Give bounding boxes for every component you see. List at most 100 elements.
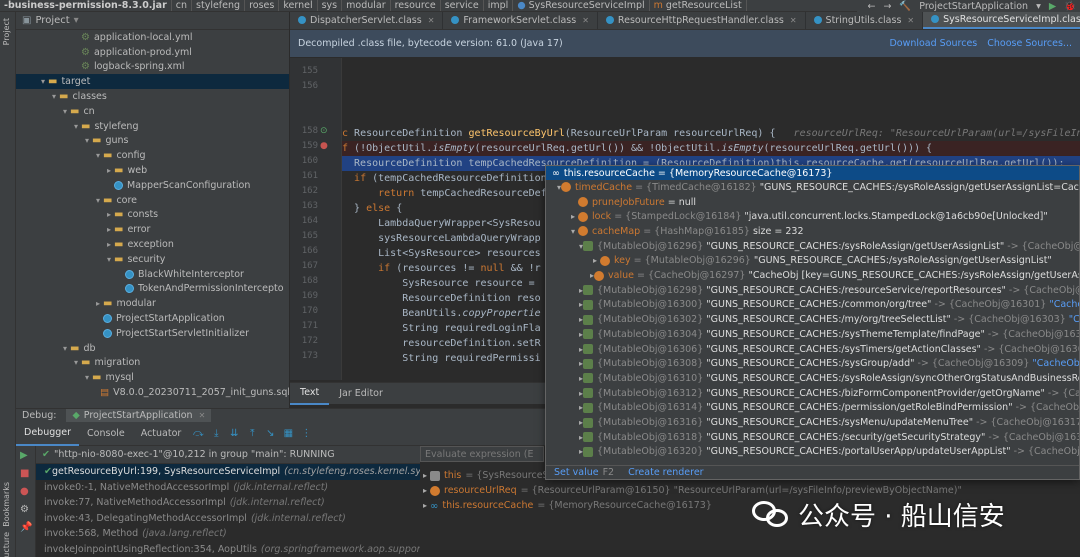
tree-item[interactable]: ProjectStartServletInitializer <box>16 326 289 341</box>
stop-icon[interactable]: ■ <box>20 468 29 479</box>
stack-frame[interactable]: invoke:77, NativeMethodAccessorImpl (jdk.… <box>36 495 420 511</box>
debug-tab-console[interactable]: Console <box>79 422 133 446</box>
create-renderer-link[interactable]: Create renderer <box>628 467 703 478</box>
debug-tab-actuator[interactable]: Actuator <box>133 422 190 446</box>
stack-frame[interactable]: invokeJoinpointUsingReflection:354, AopU… <box>36 542 420 557</box>
chevron-right-icon[interactable]: ▸ <box>104 210 114 219</box>
breadcrumb-item[interactable]: ● SysResourceServiceImpl <box>513 0 650 11</box>
resume-icon[interactable]: ▶ <box>20 450 28 461</box>
chevron-down-icon[interactable]: ∞ <box>552 168 560 179</box>
run-to-cursor-icon[interactable]: ↘ <box>263 427 277 441</box>
breadcrumb-item[interactable]: kernel <box>279 0 318 11</box>
code-line[interactable]: c ResourceDefinition getResourceByUrl(Re… <box>342 126 1080 141</box>
settings-icon[interactable]: ⚙ <box>20 504 29 515</box>
pin-icon[interactable]: 📌 <box>20 522 32 533</box>
chevron-right-icon[interactable]: ▸ <box>420 486 430 495</box>
popup-tree-row[interactable]: ▸ {MutableObj@16320} "GUNS_RESOURCE_CACHES… <box>546 445 1079 460</box>
chevron-down-icon[interactable]: ▾ <box>60 344 70 353</box>
chevron-down-icon[interactable]: ▾ <box>82 373 92 382</box>
project-panel-header[interactable]: ▣ Project ▾ <box>16 12 289 30</box>
editor-mode-tab[interactable]: Text <box>290 383 330 405</box>
project-tool-tab[interactable]: Project <box>2 18 11 45</box>
chevron-right-icon[interactable]: ▸ <box>104 166 114 175</box>
download-sources-link[interactable]: Download Sources <box>889 38 977 49</box>
view-link[interactable]: "Ca <box>1069 314 1079 325</box>
tree-item[interactable]: ▾ ▬ db <box>16 341 289 356</box>
chevron-down-icon[interactable]: ▾ <box>71 358 81 367</box>
tree-item[interactable]: TokenAndPermissionIntercepto <box>16 282 289 297</box>
chevron-right-icon[interactable]: ▸ <box>93 299 103 308</box>
breadcrumb-item[interactable]: -business-permission-8.3.0.jar <box>0 0 172 11</box>
chevron-right-icon[interactable]: ▸ <box>420 471 430 480</box>
tree-item[interactable]: ▾ ▬ config <box>16 148 289 163</box>
tree-item[interactable]: ⚙ application-prod.yml <box>16 45 289 60</box>
debug-session-tab[interactable]: ◆ ProjectStartApplication ✕ <box>66 408 212 423</box>
breadcrumb-item[interactable]: stylefeng <box>192 0 246 11</box>
chevron-right-icon[interactable]: ▸ <box>568 212 578 221</box>
tree-item[interactable]: ▸ ▬ modular <box>16 296 289 311</box>
chevron-down-icon[interactable]: ▾ <box>93 151 103 160</box>
breadcrumb-item[interactable]: resource <box>391 0 441 11</box>
editor-mode-tab[interactable]: Jar Editor <box>329 383 393 405</box>
chevron-right-icon[interactable]: ▸ <box>104 225 114 234</box>
tree-item[interactable]: ▸ ▬ exception <box>16 237 289 252</box>
breadcrumb-item[interactable]: cn <box>172 0 193 11</box>
debug-icon[interactable]: 🐞 <box>1064 1 1076 12</box>
breadcrumb-item[interactable]: roses <box>245 0 280 11</box>
view-link[interactable]: "CacheO <box>1049 299 1079 310</box>
stack-frame[interactable]: invoke:568, Method (java.lang.reflect) <box>36 526 420 542</box>
tab-frameworkservlet-class[interactable]: FrameworkServlet.class ✕ <box>443 12 598 29</box>
chevron-down-icon[interactable]: ▾ <box>60 107 70 116</box>
chevron-down-icon[interactable]: ▾ <box>38 77 48 86</box>
popup-tree-row[interactable]: ▸ {MutableObj@16306} "GUNS_RESOURCE_CACHES… <box>546 342 1079 357</box>
breakpoint-icon[interactable]: ● <box>320 141 328 151</box>
thread-selector[interactable]: ✔ "http-nio-8080-exec-1"@10,212 in group… <box>36 446 420 464</box>
popup-tree-row[interactable]: ▾ cacheMap = {HashMap@16185} size = 232 <box>546 224 1079 239</box>
code-line[interactable] <box>342 81 1080 96</box>
popup-tree-row[interactable]: ▸ {MutableObj@16310} "GUNS_RESOURCE_CACHES… <box>546 371 1079 386</box>
popup-tree-row[interactable]: ▸ {MutableObj@16318} "GUNS_RESOURCE_CACHES… <box>546 430 1079 445</box>
step-into-icon[interactable]: ⤓ <box>209 427 223 441</box>
tree-item[interactable]: MapperScanConfiguration <box>16 178 289 193</box>
run-config-select[interactable]: ProjectStartApplication <box>919 1 1028 12</box>
popup-tree-row[interactable]: ▸ lock = {StampedLock@16184} "java.util.con… <box>546 209 1079 224</box>
evaluate-icon[interactable]: ▦ <box>281 427 295 441</box>
tree-item[interactable]: ▾ ▬ core <box>16 193 289 208</box>
implement-marker-icon[interactable]: ⊙ <box>320 126 328 136</box>
stack-frame[interactable]: ✔ getResourceByUrl:199, SysResourceServi… <box>36 464 420 480</box>
popup-tree-row[interactable]: ▸ key = {MutableObj@16296} "GUNS_RESOURCE_C… <box>546 254 1079 269</box>
breadcrumb-item[interactable]: impl <box>484 0 514 11</box>
force-step-into-icon[interactable]: ⇊ <box>227 427 241 441</box>
popup-tree-row[interactable]: ▸ {MutableObj@16312} "GUNS_RESOURCE_CACHES… <box>546 386 1079 401</box>
tree-item[interactable]: ▾ ▬ guns <box>16 134 289 149</box>
tree-item[interactable]: ▾ ▬ migration <box>16 356 289 371</box>
evaluate-expression-input[interactable]: Evaluate expression (E <box>420 446 544 462</box>
tree-item[interactable]: ▸ ▬ error <box>16 222 289 237</box>
breadcrumb-item[interactable]: service <box>441 0 484 11</box>
breadcrumb-item[interactable]: modular <box>342 0 391 11</box>
tree-item[interactable]: ▾ ▬ security <box>16 252 289 267</box>
popup-tree-row[interactable]: pruneJobFuture = null <box>546 195 1079 210</box>
tree-item[interactable]: ⚙ logback-spring.xml <box>16 60 289 75</box>
chevron-right-icon[interactable]: ▸ <box>420 501 430 510</box>
chevron-down-icon[interactable]: ▾ <box>71 122 81 131</box>
code-line[interactable] <box>342 111 1080 126</box>
tree-item[interactable]: ProjectStartApplication <box>16 311 289 326</box>
close-icon[interactable]: ✕ <box>790 16 797 25</box>
tab-stringutils-class[interactable]: StringUtils.class ✕ <box>806 12 924 29</box>
popup-tree-row[interactable]: ▾ {MutableObj@16296} "GUNS_RESOURCE_CACHES… <box>546 239 1079 254</box>
popup-tree-row[interactable]: ▸ {MutableObj@16304} "GUNS_RESOURCE_CACHES… <box>546 327 1079 342</box>
tree-item[interactable]: ▤ V8.0.0_20230711_2057_init_guns.sql <box>16 385 289 400</box>
structure-tool-tab[interactable]: Structure <box>2 532 11 557</box>
chevron-down-icon[interactable]: ▾ <box>93 196 103 205</box>
tree-item[interactable]: BlackWhiteInterceptor <box>16 267 289 282</box>
popup-tree-row[interactable]: ▸ {MutableObj@16302} "GUNS_RESOURCE_CACHES… <box>546 312 1079 327</box>
tree-item[interactable]: ▾ ▬ cn <box>16 104 289 119</box>
more-icon[interactable]: ⋮ <box>299 427 313 441</box>
popup-tree-row[interactable]: ▾ timedCache = {TimedCache@16182} "GUNS_RES… <box>546 180 1079 195</box>
forward-icon[interactable]: → <box>883 1 891 12</box>
set-value-link[interactable]: Set value <box>554 467 599 478</box>
tab-resourcehttprequesthandler-class[interactable]: ResourceHttpRequestHandler.class ✕ <box>598 12 806 29</box>
popup-header[interactable]: ∞ this.resourceCache = {MemoryResourceCa… <box>546 166 1079 180</box>
breakpoints-icon[interactable]: ● <box>20 486 29 497</box>
